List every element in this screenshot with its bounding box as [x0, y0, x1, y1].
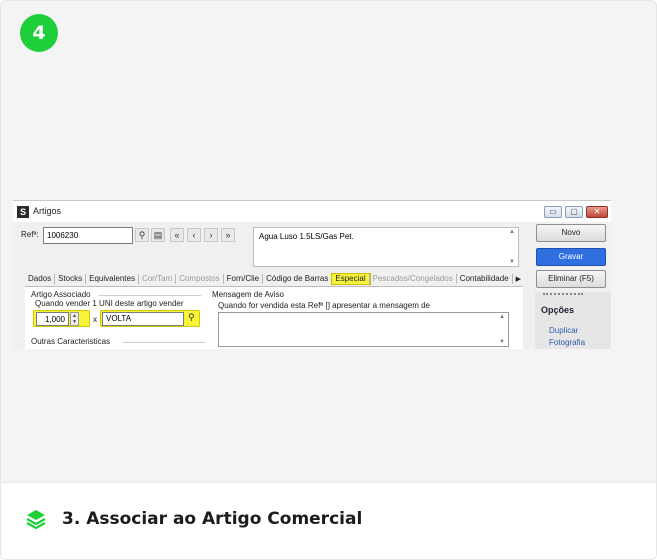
last-record-icon[interactable]: »	[221, 228, 235, 242]
panel-grip	[543, 293, 583, 295]
fotografia-link[interactable]: Fotografia	[549, 338, 585, 347]
document-icon[interactable]: ▤	[151, 228, 165, 242]
group-divider	[99, 295, 201, 296]
tab-scroll-right-icon[interactable]: ▶	[516, 275, 521, 283]
especial-panel: Artigo Associado Quando vender 1 UNI des…	[25, 286, 523, 349]
app-logo-icon: S	[17, 206, 29, 218]
message-scrollbar[interactable]: ▲ ▼	[498, 313, 508, 346]
layers-icon	[26, 510, 46, 530]
ref-input[interactable]: 1006230	[43, 227, 133, 244]
duplicar-link[interactable]: Duplicar	[549, 326, 578, 335]
tab-cor-tam[interactable]: Cor/Tam	[139, 274, 177, 284]
description-box[interactable]: Agua Luso 1.5LS/Gas Pet. ▲ ▼	[253, 227, 519, 267]
eliminar-button[interactable]: Eliminar (F5)	[536, 270, 606, 288]
step-card: 4 S Artigos ▭ ▢ ✕ Refª: 1006230 ⚲ ▤ « ‹ …	[0, 0, 657, 560]
quantity-stepper[interactable]: ▲ ▼	[70, 312, 79, 326]
tab-dados[interactable]: Dados	[25, 274, 56, 284]
step-title: 3. Associar ao Artigo Comercial	[62, 509, 363, 529]
search-icon[interactable]: ⚲	[188, 312, 195, 323]
tab-strip: Dados Stocks Equivalentes Cor/Tam Compos…	[25, 272, 521, 286]
tab-codigo-barras[interactable]: Código de Barras	[263, 274, 333, 284]
step-footer: 3. Associar ao Artigo Comercial	[1, 482, 656, 559]
action-sidebar: Novo Gravar Eliminar (F5) Opções Duplica…	[525, 222, 611, 349]
times-sign: x	[93, 315, 97, 324]
window-body: Refª: 1006230 ⚲ ▤ « ‹ › » Agua Luso 1.5L…	[13, 222, 611, 349]
outras-caracteristicas-label: Outras Caracteristicas	[31, 337, 111, 346]
artigo-associado-input[interactable]: VOLTA	[102, 312, 184, 326]
tab-equivalentes[interactable]: Equivalentes	[86, 274, 139, 284]
scroll-down-icon[interactable]: ▼	[499, 339, 505, 345]
tab-forn-clie[interactable]: Forn/Clie	[224, 274, 264, 284]
description-scrollbar[interactable]: ▲ ▼	[508, 228, 518, 266]
gravar-button[interactable]: Gravar	[536, 248, 606, 266]
mensagem-aviso-prompt: Quando for vendida esta Refª [] apresent…	[218, 301, 430, 310]
first-record-icon[interactable]: «	[170, 228, 184, 242]
mensagem-aviso-textarea[interactable]: ▲ ▼	[218, 312, 509, 347]
artigos-window: S Artigos ▭ ▢ ✕ Refª: 1006230 ⚲ ▤ « ‹ › …	[13, 200, 611, 349]
quantity-field[interactable]: 1,000	[36, 312, 69, 326]
tab-especial[interactable]: Especial	[331, 273, 371, 285]
restore-button[interactable]: ▢	[565, 206, 583, 218]
tab-compostos[interactable]: Compostos	[176, 274, 224, 284]
ref-label: Refª:	[21, 230, 39, 239]
window-title: Artigos	[33, 206, 62, 216]
description-text: Agua Luso 1.5LS/Gas Pet.	[259, 232, 354, 241]
scroll-up-icon[interactable]: ▲	[499, 314, 505, 320]
tab-pescados-congelados[interactable]: Pescados/Congelados	[370, 274, 457, 284]
artigo-associado-group-label: Artigo Associado	[31, 290, 91, 299]
scroll-down-icon[interactable]: ▼	[509, 259, 515, 265]
tab-contabilidade[interactable]: Contabilidade	[457, 274, 513, 284]
group-divider	[123, 342, 205, 343]
close-button[interactable]: ✕	[586, 206, 608, 218]
opcoes-title: Opções	[541, 305, 575, 315]
scroll-up-icon[interactable]: ▲	[509, 229, 515, 235]
previous-record-icon[interactable]: ‹	[187, 228, 201, 242]
tab-stocks[interactable]: Stocks	[55, 274, 87, 284]
artigo-associado-prompt: Quando vender 1 UNI deste artigo vender	[35, 299, 184, 308]
window-titlebar: S Artigos ▭ ▢ ✕	[13, 201, 611, 222]
search-icon[interactable]: ⚲	[135, 228, 149, 242]
novo-button[interactable]: Novo	[536, 224, 606, 242]
mensagem-aviso-group-label: Mensagem de Aviso	[212, 290, 284, 299]
minimize-button[interactable]: ▭	[544, 206, 562, 218]
step-number-badge: 4	[20, 14, 58, 52]
next-record-icon[interactable]: ›	[204, 228, 218, 242]
